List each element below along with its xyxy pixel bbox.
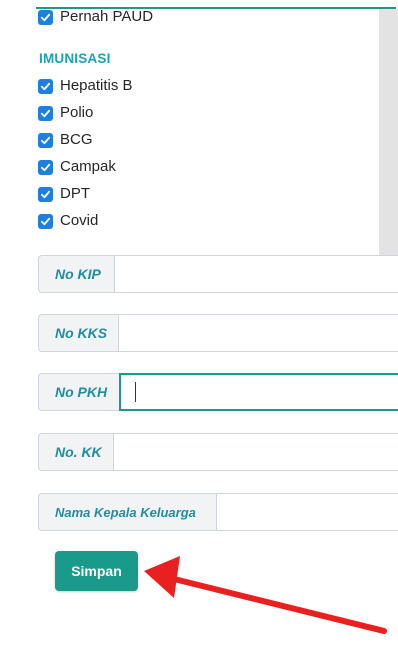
- checkbox-label: Covid: [60, 212, 99, 229]
- checkbox-checked-icon[interactable]: [38, 9, 53, 25]
- checkbox-checked-icon[interactable]: [38, 132, 53, 148]
- checkbox-checked-icon[interactable]: [38, 78, 53, 94]
- checkbox-checked-icon[interactable]: [38, 186, 53, 202]
- simpan-button[interactable]: Simpan: [55, 551, 138, 591]
- nama-kepala-keluarga-field[interactable]: [216, 493, 398, 531]
- no-kks-field[interactable]: [118, 314, 398, 352]
- checkbox-checked-icon[interactable]: [38, 213, 53, 229]
- no-pkh-field[interactable]: [119, 373, 398, 411]
- input-group-no-pkh: No PKH: [38, 373, 398, 411]
- input-label-no-kk: No. KK: [38, 433, 113, 471]
- input-group-no-kip: No KIP: [38, 255, 398, 293]
- checkbox-pernah-paud[interactable]: Pernah PAUD: [38, 7, 153, 27]
- text-cursor: [135, 382, 136, 402]
- checkbox-label: Polio: [60, 104, 94, 121]
- checkbox-label: Campak: [60, 158, 116, 175]
- checkbox-bcg[interactable]: BCG: [38, 130, 93, 150]
- checkbox-dpt[interactable]: DPT: [38, 184, 90, 204]
- checkbox-covid[interactable]: Covid: [38, 211, 98, 231]
- input-label-no-kip: No KIP: [38, 255, 114, 293]
- checkbox-label: Pernah PAUD: [60, 8, 154, 25]
- checkbox-checked-icon[interactable]: [38, 159, 53, 175]
- checkbox-label: Hepatitis B: [60, 77, 133, 94]
- checkbox-label: BCG: [60, 131, 93, 148]
- scroll-gutter: [379, 9, 398, 259]
- no-kk-field[interactable]: [113, 433, 398, 471]
- section-title-imunisasi: IMUNISASI: [39, 51, 111, 66]
- input-group-no-kks: No KKS: [38, 314, 398, 352]
- input-group-no-kk: No. KK: [38, 433, 398, 471]
- checkbox-polio[interactable]: Polio: [38, 103, 93, 123]
- checkbox-label: DPT: [60, 185, 90, 202]
- input-label-no-pkh: No PKH: [38, 373, 119, 411]
- input-label-nama-kepala-keluarga: Nama Kepala Keluarga: [38, 493, 216, 531]
- checkbox-hepatitis-b[interactable]: Hepatitis B: [38, 76, 133, 96]
- no-kip-field[interactable]: [114, 255, 398, 293]
- input-group-nama-kepala-keluarga: Nama Kepala Keluarga: [38, 493, 398, 531]
- input-label-no-kks: No KKS: [38, 314, 118, 352]
- checkbox-campak[interactable]: Campak: [38, 157, 116, 177]
- checkbox-checked-icon[interactable]: [38, 105, 53, 121]
